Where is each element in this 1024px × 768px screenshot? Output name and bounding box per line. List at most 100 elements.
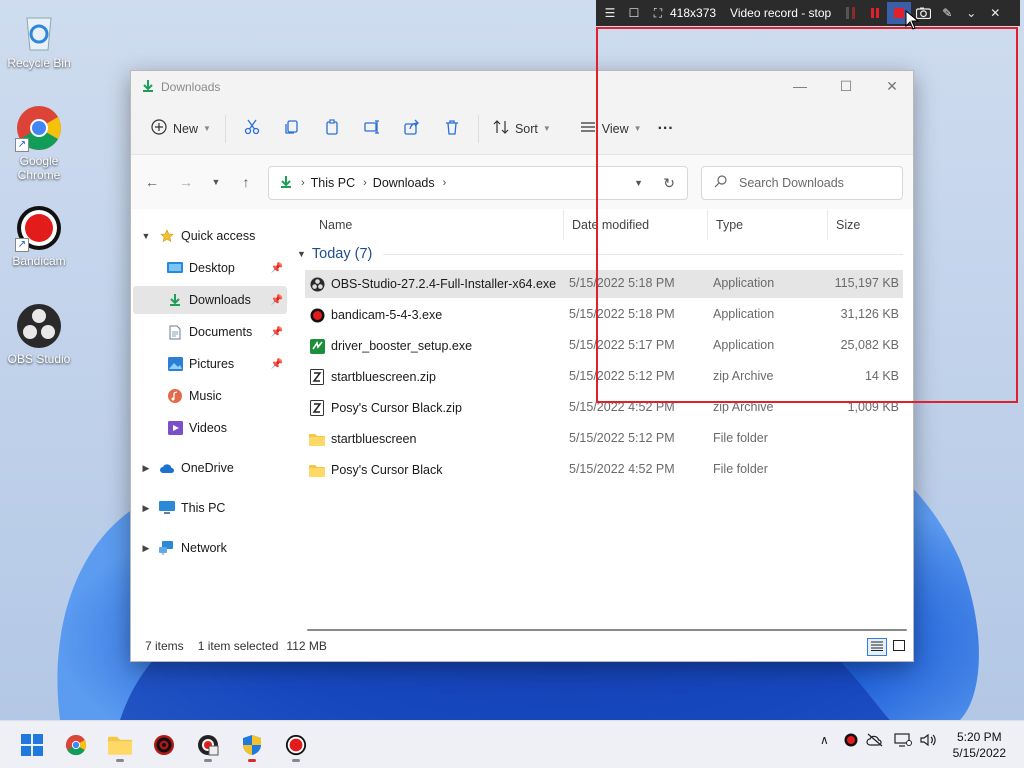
clock[interactable]: 5:20 PM 5/15/2022 <box>953 729 1006 761</box>
new-button[interactable]: New ▼ <box>143 113 219 145</box>
gear-icon <box>153 734 175 759</box>
recording-toolbar: ☰ ☐ ⛶ 418x373 Video record - stop ✎ ⌄ ✕ <box>596 0 1020 26</box>
nav-item-quick-access[interactable]: ▼ Quick access <box>133 222 287 250</box>
document-icon <box>167 324 183 340</box>
folder-icon <box>309 462 325 478</box>
running-indicator <box>292 759 300 762</box>
share-icon <box>404 119 420 138</box>
nav-item-network[interactable]: ▶ Network <box>133 534 287 562</box>
file-name: startbluescreen <box>331 432 417 446</box>
chrome-icon: ↗ <box>15 104 63 152</box>
region-select-icon[interactable]: ⛶ <box>646 2 670 24</box>
pin-icon[interactable]: 📌 <box>271 295 283 306</box>
start-button[interactable] <box>14 729 50 763</box>
cut-button[interactable] <box>232 119 272 138</box>
share-button[interactable] <box>392 119 432 138</box>
desktop-icon-obs-studio[interactable]: OBS Studio <box>2 302 76 366</box>
running-indicator <box>204 759 212 762</box>
chevron-right-icon: ▶ <box>142 502 150 513</box>
forward-button[interactable]: → <box>169 166 203 198</box>
delete-button[interactable] <box>432 119 472 138</box>
record-status: Video record - stop <box>730 6 832 20</box>
sort-button[interactable]: Sort ▼ <box>485 113 559 145</box>
shield-icon <box>241 734 263 759</box>
taskbar-file-explorer[interactable] <box>102 729 138 763</box>
nav-item-pictures[interactable]: Pictures 📌 <box>133 350 287 378</box>
taskbar-installer[interactable] <box>190 729 226 763</box>
folder-icon <box>108 735 132 758</box>
tray-network-off-icon[interactable] <box>866 733 884 750</box>
nav-item-this-pc[interactable]: ▶ This PC <box>133 494 287 522</box>
taskbar-chrome[interactable] <box>58 729 94 763</box>
trash-icon <box>444 119 460 138</box>
breadcrumb-downloads[interactable]: Downloads <box>373 176 435 190</box>
nav-item-downloads[interactable]: Downloads 📌 <box>133 286 287 314</box>
details-view-button[interactable] <box>867 638 887 656</box>
file-type: File folder <box>713 462 768 476</box>
new-label: New <box>173 121 199 136</box>
plus-circle-icon <box>151 119 167 138</box>
clipboard-icon <box>324 119 340 138</box>
nav-item-music[interactable]: Music <box>133 382 287 410</box>
tray-overflow-chevron-up-icon[interactable]: ∧ <box>820 733 829 747</box>
pause-button[interactable] <box>863 2 887 24</box>
recording-region-frame[interactable] <box>596 27 1018 403</box>
taskbar-security[interactable] <box>234 729 270 763</box>
group-header-today[interactable]: ▼ Today (7) <box>297 243 372 265</box>
close-icon[interactable]: ✕ <box>983 2 1007 24</box>
breadcrumb-separator-icon: › <box>363 177 367 189</box>
taskbar-driver-booster[interactable] <box>146 729 182 763</box>
back-button[interactable]: ← <box>135 166 169 198</box>
desktop-icon-google-chrome[interactable]: ↗ Google Chrome <box>2 104 76 182</box>
recent-locations-button[interactable]: ▼ <box>203 166 229 198</box>
tiles-view-icon <box>893 640 905 654</box>
pin-icon[interactable]: 📌 <box>271 327 283 338</box>
nav-item-label: This PC <box>181 501 226 515</box>
desktop-icon-recycle-bin[interactable]: Recycle Bin <box>2 6 76 70</box>
shortcut-arrow-icon: ↗ <box>15 238 29 252</box>
chevron-down-icon: ▼ <box>542 124 551 133</box>
scissors-icon <box>244 119 260 138</box>
nav-item-onedrive[interactable]: ▶ OneDrive <box>133 454 287 482</box>
pencil-icon[interactable]: ✎ <box>935 2 959 24</box>
paste-button[interactable] <box>312 119 352 138</box>
tray-record-icon[interactable] <box>844 733 858 750</box>
nav-item-label: Documents <box>189 325 253 339</box>
separator <box>224 114 226 143</box>
fullscreen-mode-icon[interactable]: ☐ <box>622 2 646 24</box>
up-button[interactable]: ↑ <box>229 166 263 198</box>
tiles-view-button[interactable] <box>889 638 909 656</box>
menu-icon[interactable]: ☰ <box>598 2 622 24</box>
rename-button[interactable] <box>352 119 392 138</box>
collapse-icon[interactable]: ⌄ <box>959 2 983 24</box>
desktop-icon-label: Recycle Bin <box>7 56 71 70</box>
music-icon <box>167 388 183 404</box>
region-size: 418x373 <box>670 6 717 20</box>
separator <box>477 114 479 143</box>
pin-icon[interactable]: 📌 <box>271 359 283 370</box>
tray-volume-icon[interactable] <box>920 733 936 750</box>
desktop-icon-bandicam[interactable]: ↗ Bandicam <box>2 204 76 268</box>
cloud-icon <box>159 460 175 476</box>
window-title: Downloads <box>161 80 221 94</box>
nav-item-documents[interactable]: Documents 📌 <box>133 318 287 346</box>
navigation-pane: ▼ Quick access Desktop 📌 Downloads 📌 Doc… <box>131 210 289 632</box>
nav-item-desktop[interactable]: Desktop 📌 <box>133 254 287 282</box>
selection-count: 1 item selected <box>197 639 279 653</box>
item-count: 7 items <box>145 639 184 653</box>
copy-icon <box>284 119 300 138</box>
computer-icon <box>159 500 175 516</box>
nav-item-videos[interactable]: Videos <box>133 414 287 442</box>
obs-icon <box>15 302 63 350</box>
zip-icon <box>309 400 325 416</box>
file-row[interactable]: startbluescreen 5/15/2022 5:12 PM File f… <box>305 425 903 453</box>
downloads-icon <box>141 79 155 96</box>
copy-button[interactable] <box>272 119 312 138</box>
pin-icon[interactable]: 📌 <box>271 263 283 274</box>
tray-display-icon[interactable] <box>894 733 912 750</box>
taskbar-bandicam[interactable] <box>278 729 314 763</box>
file-row[interactable]: Posy's Cursor Black 5/15/2022 4:52 PM Fi… <box>305 456 903 484</box>
column-header-name[interactable]: Name <box>311 210 565 240</box>
sort-icon <box>493 119 509 138</box>
breadcrumb-this-pc[interactable]: This PC <box>311 176 355 190</box>
